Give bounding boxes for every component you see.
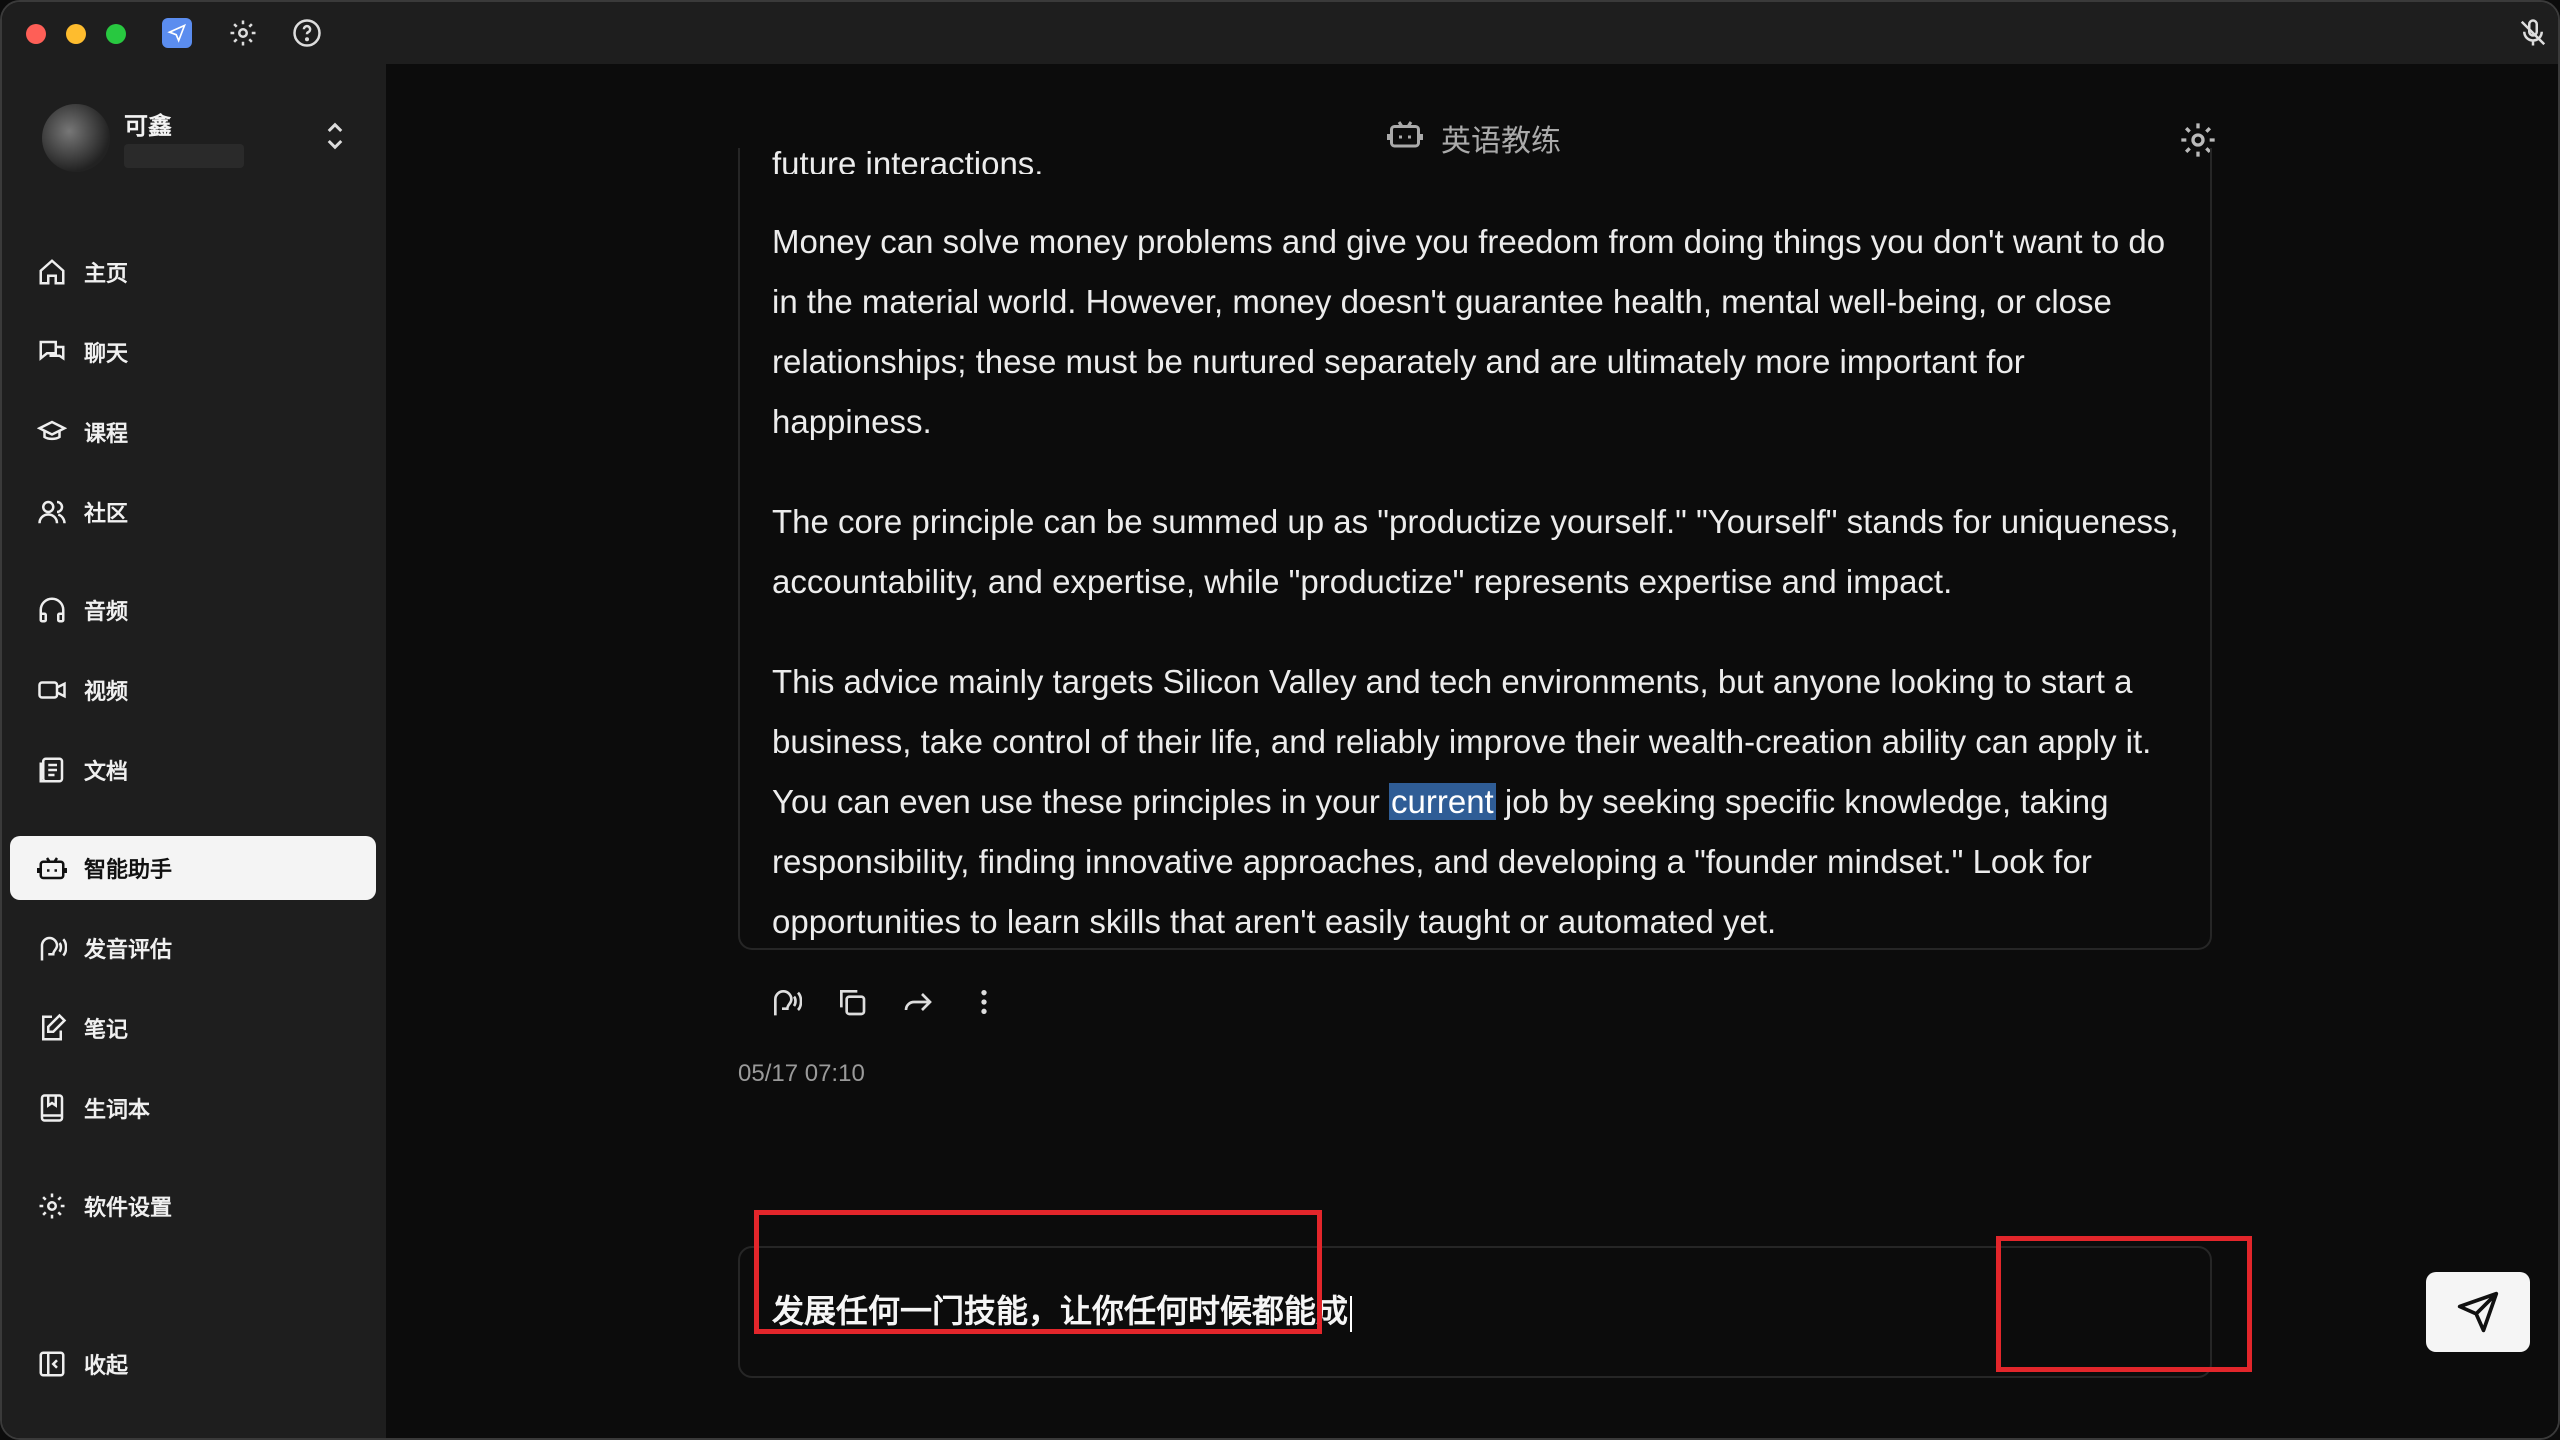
share-icon[interactable] (900, 984, 936, 1020)
help-icon[interactable] (290, 16, 324, 50)
copy-icon[interactable] (834, 984, 870, 1020)
sidebar-item-label: 视频 (84, 679, 129, 704)
message-paragraph: This advice mainly targets Silicon Valle… (772, 663, 2152, 940)
sidebar-item-chat[interactable]: 聊天 (10, 320, 376, 384)
sidebar-item-video[interactable]: 视频 (10, 658, 376, 722)
video-icon (32, 670, 72, 710)
message-body[interactable]: future interactions. Money can solve mon… (772, 148, 2192, 948)
chat-icon (32, 332, 72, 372)
sidebar-item-community[interactable]: 社区 (10, 480, 376, 544)
mic-off-icon[interactable] (2516, 16, 2550, 50)
send-button[interactable] (2426, 1272, 2530, 1352)
sidebar-item-documents[interactable]: 文档 (10, 738, 376, 802)
sidebar-item-label: 聊天 (84, 341, 129, 366)
message-paragraph: The core principle can be summed up as "… (772, 503, 2179, 600)
avatar[interactable] (42, 104, 110, 172)
gear-icon (32, 1186, 72, 1226)
annotation-box-send (1996, 1236, 2252, 1372)
home-icon (32, 252, 72, 292)
close-window-button[interactable] (26, 24, 46, 44)
profile-name: 可鑫 (124, 113, 172, 140)
sidebar-item-label: 音频 (84, 599, 129, 624)
sidebar-item-label: 主页 (84, 261, 129, 286)
sidebar-item-settings[interactable]: 软件设置 (10, 1174, 376, 1238)
sidebar-item-home[interactable]: 主页 (10, 240, 376, 304)
more-vertical-icon[interactable] (966, 984, 1002, 1020)
sidebar-item-pronunciation[interactable]: 发音评估 (10, 916, 376, 980)
message-paragraph: Money can solve money problems and give … (772, 223, 2166, 440)
maximize-window-button[interactable] (106, 24, 126, 44)
selected-word[interactable]: current (1389, 783, 1496, 820)
users-icon (32, 492, 72, 532)
sidebar-item-notes[interactable]: 笔记 (10, 996, 376, 1060)
speech-icon (32, 928, 72, 968)
sidebar-item-label: 文档 (84, 759, 129, 784)
headphones-icon (32, 590, 72, 630)
sidebar-collapse-label: 收起 (84, 1353, 129, 1378)
message-cut-line: future interactions. (772, 148, 1044, 174)
chat-main: 英语教练 future interactions. Money can solv… (386, 64, 2558, 1438)
sidebar-item-audio[interactable]: 音频 (10, 578, 376, 642)
speech-icon[interactable] (768, 984, 804, 1020)
chevron-up-down-icon[interactable] (320, 116, 350, 156)
sidebar-item-assistant[interactable]: 智能助手 (10, 836, 376, 900)
sidebar-item-label: 生词本 (84, 1097, 151, 1122)
sidebar-item-label: 软件设置 (84, 1195, 173, 1220)
message-actions (768, 984, 1002, 1020)
robot-icon (32, 848, 72, 888)
app-icon[interactable] (162, 18, 192, 48)
profile-subtitle-redacted (124, 144, 244, 168)
sidebar-item-label: 发音评估 (84, 937, 173, 962)
sidebar-item-courses[interactable]: 课程 (10, 400, 376, 464)
sidebar-collapse-button[interactable]: 收起 (10, 1332, 376, 1396)
sidebar-item-label: 智能助手 (84, 857, 173, 882)
sidebar-item-label: 笔记 (84, 1017, 129, 1042)
profile-card[interactable]: 可鑫 (38, 100, 358, 180)
app-window: 可鑫 主页 聊天 课程 社区 音频 视频 文档 智能助手 发音评估 笔记 生词本… (0, 0, 2560, 1440)
note-icon (32, 1008, 72, 1048)
title-bar (2, 2, 2558, 64)
sidebar-item-label: 课程 (84, 421, 129, 446)
annotation-box-input (754, 1210, 1322, 1334)
minimize-window-button[interactable] (66, 24, 86, 44)
assistant-message: future interactions. Money can solve mon… (738, 148, 2212, 950)
collapse-sidebar-icon (32, 1344, 72, 1384)
document-icon (32, 750, 72, 790)
bookmark-icon (32, 1088, 72, 1128)
gear-icon[interactable] (226, 16, 260, 50)
sidebar-item-label: 社区 (84, 501, 129, 526)
sidebar: 可鑫 主页 聊天 课程 社区 音频 视频 文档 智能助手 发音评估 笔记 生词本… (2, 64, 386, 1438)
graduation-cap-icon (32, 412, 72, 452)
message-timestamp: 05/17 07:10 (738, 1060, 865, 1087)
sidebar-item-vocabulary[interactable]: 生词本 (10, 1076, 376, 1140)
